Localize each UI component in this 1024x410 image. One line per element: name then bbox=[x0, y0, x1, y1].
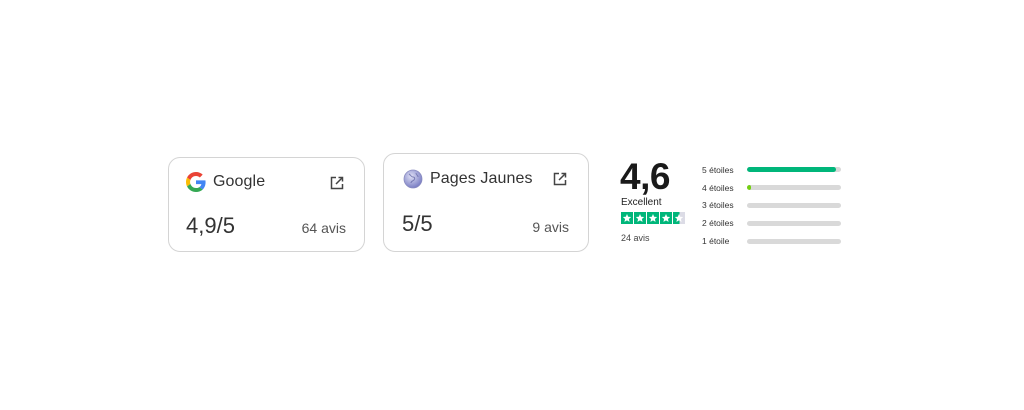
distribution-fill bbox=[747, 167, 837, 173]
pages-jaunes-card-header: Pages Jaunes bbox=[403, 169, 533, 189]
distribution-fill bbox=[747, 185, 751, 191]
external-link-icon[interactable] bbox=[552, 171, 568, 187]
globe-icon bbox=[403, 169, 423, 189]
distribution-label: 5 étoiles bbox=[702, 164, 734, 175]
trustpilot-stars bbox=[621, 212, 685, 224]
trustpilot-star-icon bbox=[660, 212, 672, 224]
google-card-header: Google bbox=[186, 172, 265, 192]
distribution-row-4[interactable]: 4 étoiles bbox=[702, 179, 841, 197]
pages-jaunes-score: 5/5 bbox=[402, 211, 433, 236]
google-g-icon bbox=[186, 172, 206, 192]
trustpilot-score: 4,6 bbox=[620, 156, 670, 197]
distribution-row-5[interactable]: 5 étoiles bbox=[702, 161, 841, 179]
distribution-label: 4 étoiles bbox=[702, 182, 734, 193]
trustpilot-star-icon bbox=[647, 212, 659, 224]
distribution-bar[interactable] bbox=[747, 220, 841, 226]
distribution-bar[interactable] bbox=[747, 167, 841, 173]
pages-jaunes-review-count: 9 avis bbox=[532, 219, 569, 235]
distribution-label: 2 étoiles bbox=[702, 218, 734, 229]
trustpilot-star-icon bbox=[673, 212, 685, 224]
trustpilot-rating-label: Excellent bbox=[621, 197, 662, 208]
rating-distribution: 5 étoiles 4 étoiles 3 étoiles 2 étoiles … bbox=[702, 161, 841, 250]
pages-jaunes-review-card: Pages Jaunes 5/5 9 avis bbox=[383, 153, 589, 252]
distribution-row-3[interactable]: 3 étoiles bbox=[702, 197, 841, 215]
trustpilot-review-count: 24 avis bbox=[621, 233, 650, 243]
distribution-row-2[interactable]: 2 étoiles bbox=[702, 214, 841, 232]
trustpilot-star-icon bbox=[634, 212, 646, 224]
external-link-icon[interactable] bbox=[329, 175, 345, 191]
reviews-summary: Google 4,9/5 64 avis Pages Jaunes 5/5 9 … bbox=[0, 0, 1024, 410]
google-score: 4,9/5 bbox=[186, 213, 235, 238]
distribution-label: 1 étoile bbox=[702, 236, 730, 247]
trustpilot-star-icon bbox=[621, 212, 633, 224]
distribution-bar[interactable] bbox=[747, 202, 841, 208]
pages-jaunes-source-name: Pages Jaunes bbox=[430, 170, 533, 187]
distribution-row-1[interactable]: 1 étoile bbox=[702, 232, 841, 250]
google-review-card: Google 4,9/5 64 avis bbox=[168, 157, 365, 252]
google-review-count: 64 avis bbox=[301, 220, 346, 236]
distribution-bar[interactable] bbox=[747, 185, 841, 191]
trustpilot-summary: 4,6 Excellent 24 avis 5 étoiles 4 étoile… bbox=[620, 157, 850, 257]
distribution-label: 3 étoiles bbox=[702, 200, 734, 211]
distribution-bar[interactable] bbox=[747, 238, 841, 244]
google-source-name: Google bbox=[213, 173, 266, 190]
